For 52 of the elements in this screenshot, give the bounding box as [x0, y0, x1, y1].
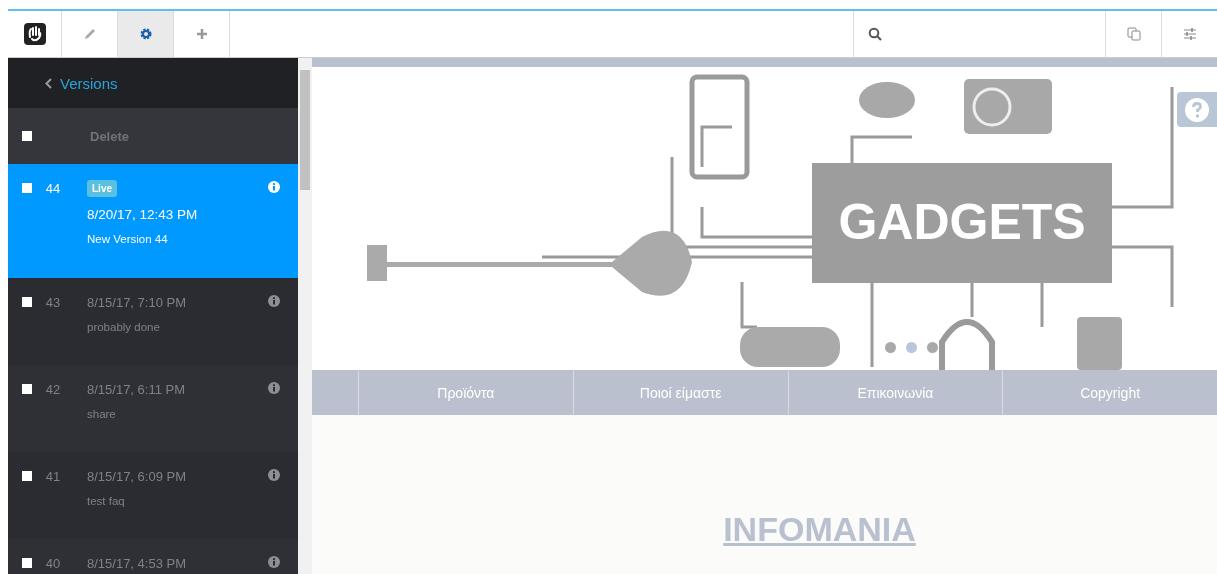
- hand-logo-icon: [23, 23, 46, 45]
- nav-link[interactable]: Copyright: [1003, 370, 1217, 415]
- plus-icon: [195, 28, 208, 40]
- nav-link[interactable]: Προϊόντα: [359, 370, 574, 415]
- version-number: 41: [44, 469, 62, 484]
- version-item[interactable]: 42 8/15/17, 6:11 PM share: [8, 365, 298, 452]
- info-icon[interactable]: [268, 469, 280, 481]
- version-item[interactable]: 44 Live 8/20/17, 12:43 PM New Version 44: [8, 164, 298, 278]
- version-number: 44: [44, 181, 62, 196]
- copy-icon: [1126, 27, 1141, 41]
- gear-tab[interactable]: [118, 11, 174, 57]
- version-comment: probably done: [87, 321, 160, 333]
- settings-icon: [139, 28, 152, 40]
- version-number: 40: [44, 556, 62, 571]
- version-date: 8/20/17, 12:43 PM: [87, 207, 198, 222]
- version-date: 8/15/17, 7:10 PM: [87, 295, 186, 310]
- pencil-icon: [83, 28, 96, 40]
- live-badge: Live: [87, 180, 117, 197]
- version-comment: test faq: [87, 495, 125, 507]
- version-comment: New Version 44: [87, 233, 168, 245]
- version-date: 8/15/17, 6:09 PM: [87, 469, 186, 484]
- question-icon: [1185, 97, 1209, 122]
- search-icon: [868, 27, 882, 41]
- carousel-dot[interactable]: [906, 342, 917, 353]
- chevron-left-icon: [45, 77, 52, 89]
- back-link[interactable]: Versions: [45, 74, 118, 92]
- scrollbar[interactable]: [298, 58, 312, 574]
- info-icon[interactable]: [268, 382, 280, 394]
- version-item[interactable]: 40 8/15/17, 4:53 PM: [8, 539, 298, 574]
- version-date: 8/15/17, 4:53 PM: [87, 556, 186, 571]
- nav-link[interactable]: Ποιοί είμαστε: [573, 370, 789, 415]
- carousel-dot[interactable]: [927, 342, 938, 353]
- gadgets-drawing: GADGETS: [312, 67, 1192, 370]
- help-button[interactable]: [1177, 92, 1217, 127]
- version-comment: share: [87, 408, 116, 420]
- version-checkbox[interactable]: [22, 384, 32, 394]
- info-icon[interactable]: [268, 295, 280, 307]
- select-all-checkbox[interactable]: [22, 131, 32, 141]
- version-checkbox[interactable]: [22, 558, 32, 568]
- carousel-dot[interactable]: [885, 342, 896, 353]
- version-checkbox[interactable]: [22, 297, 32, 307]
- version-number: 42: [44, 382, 62, 397]
- version-number: 43: [44, 295, 62, 310]
- delete-button[interactable]: Delete: [90, 128, 130, 144]
- sliders-icon: [1182, 28, 1197, 40]
- nav-link[interactable]: Επικοινωνία: [788, 370, 1004, 415]
- version-date: 8/15/17, 6:11 PM: [87, 382, 186, 397]
- info-icon[interactable]: [268, 556, 280, 568]
- info-icon[interactable]: [268, 181, 280, 193]
- version-checkbox[interactable]: [22, 471, 32, 481]
- site-heading-link[interactable]: INFOMANIA: [723, 510, 916, 549]
- version-checkbox[interactable]: [22, 183, 32, 193]
